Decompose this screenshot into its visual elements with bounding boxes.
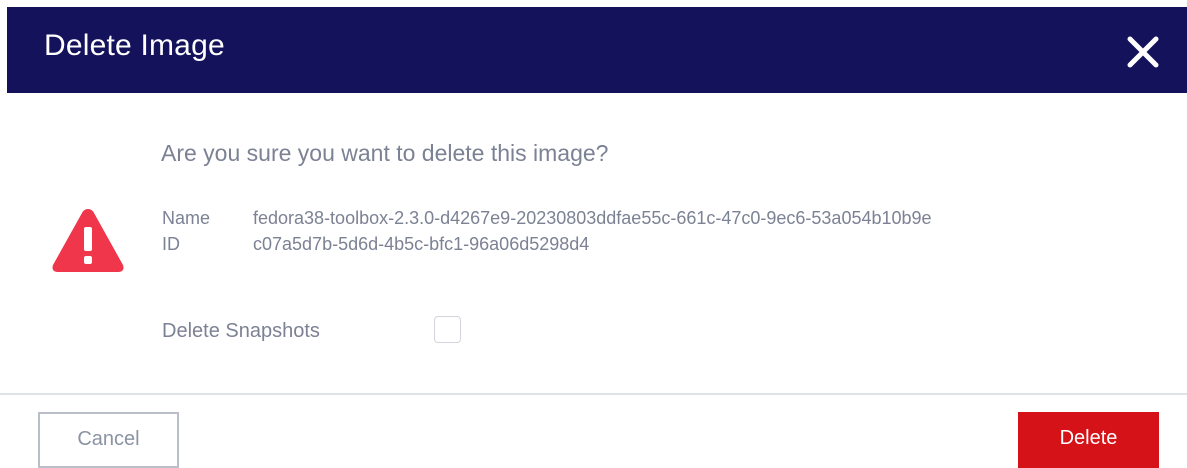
delete-snapshots-checkbox[interactable] xyxy=(434,316,461,343)
id-label: ID xyxy=(162,234,180,254)
dialog-header: Delete Image xyxy=(7,7,1187,93)
close-button[interactable] xyxy=(1125,34,1161,70)
id-value: c07a5d7b-5d6d-4b5c-bfc1-96a06d5298d4 xyxy=(253,234,590,254)
image-info-labels: Name ID xyxy=(162,205,210,257)
delete-image-dialog: Delete Image Are you sure you want to de… xyxy=(0,0,1187,468)
image-info-values: fedora38-toolbox-2.3.0-d4267e9-20230803d… xyxy=(253,205,932,257)
confirmation-question: Are you sure you want to delete this ima… xyxy=(161,140,609,166)
name-value: fedora38-toolbox-2.3.0-d4267e9-20230803d… xyxy=(253,208,932,228)
warning-triangle-icon xyxy=(50,205,126,275)
cancel-button[interactable]: Cancel xyxy=(38,412,179,468)
name-label: Name xyxy=(162,208,211,228)
delete-button[interactable]: Delete xyxy=(1018,412,1159,468)
delete-snapshots-label: Delete Snapshots xyxy=(162,320,320,342)
footer-divider xyxy=(0,393,1187,395)
close-icon xyxy=(1127,36,1159,68)
dialog-title: Delete Image xyxy=(44,29,225,62)
